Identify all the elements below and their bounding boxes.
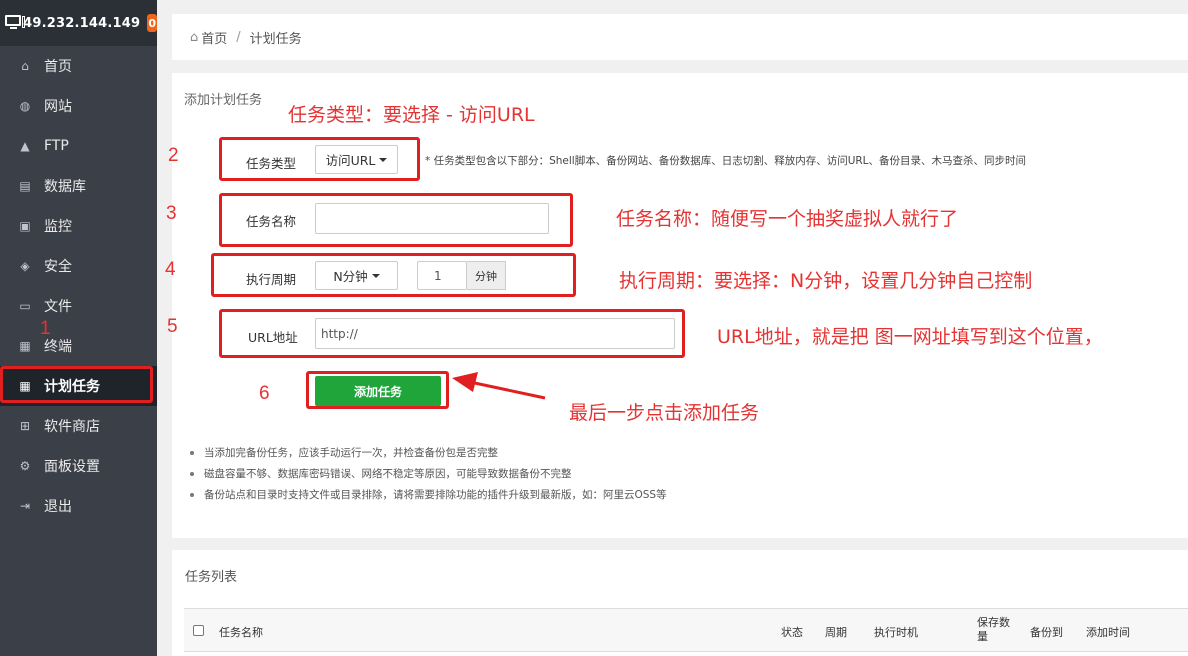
sidebar-item-home[interactable]: ⌂ 首页 bbox=[0, 46, 157, 86]
sidebar-item-cron[interactable]: ▦ 计划任务 bbox=[0, 366, 157, 406]
annotation-number-5: 5 bbox=[167, 316, 178, 337]
column-header[interactable]: 状态 bbox=[781, 624, 803, 640]
caret-down-icon bbox=[379, 157, 388, 162]
sidebar-item-store[interactable]: ⊞ 软件商店 bbox=[0, 406, 157, 446]
caret-down-icon bbox=[371, 273, 380, 278]
sidebar-item-website[interactable]: ◍ 网站 bbox=[0, 86, 157, 126]
breadcrumb-separator: / bbox=[236, 29, 241, 45]
task-name-label: 任务名称 bbox=[246, 214, 297, 229]
annotation-note-url: URL地址，就是把 图一网址填写到这个位置， bbox=[717, 326, 1103, 348]
sidebar: 49.232.144.149 0 ⌂ 首页 ◍ 网站 ▲ FTP ▤ 数据库 ▣ 监控 ◈… bbox=[0, 0, 157, 656]
home-icon: ⌂ bbox=[21, 59, 29, 73]
sidebar-item-security[interactable]: ◈ 安全 bbox=[0, 246, 157, 286]
url-label: URL地址 bbox=[248, 330, 298, 345]
task-list-title: 任务列表 bbox=[185, 570, 238, 585]
terminal-icon: ▦ bbox=[19, 339, 31, 353]
sidebar-item-label: FTP bbox=[44, 138, 69, 154]
sidebar-item-label: 面板设置 bbox=[44, 459, 100, 475]
sidebar-item-ftp[interactable]: ▲ FTP bbox=[0, 126, 157, 166]
sidebar-item-settings[interactable]: ⚙ 面板设置 bbox=[0, 446, 157, 486]
url-input[interactable]: http:// bbox=[315, 318, 675, 349]
breadcrumb-home[interactable]: 首页 bbox=[201, 28, 227, 47]
task-name-input[interactable] bbox=[315, 203, 549, 234]
monitor-chart-icon: ▣ bbox=[19, 219, 31, 233]
breadcrumb-current: 计划任务 bbox=[249, 31, 302, 47]
tip-item: 当添加完备份任务，应该手动运行一次，并检查备份包是否完整 bbox=[188, 446, 667, 467]
sidebar-item-label: 首页 bbox=[44, 59, 72, 75]
breadcrumb: ⌂ 首页 / 计划任务 bbox=[172, 14, 1188, 60]
sidebar-item-database[interactable]: ▤ 数据库 bbox=[0, 166, 157, 206]
sidebar-nav: ⌂ 首页 ◍ 网站 ▲ FTP ▤ 数据库 ▣ 监控 ◈ 安全 ▭ 文件 ▦ 终端 ▦ 计划任务 … bbox=[0, 46, 157, 526]
shield-icon: ◈ bbox=[20, 259, 30, 273]
calendar-icon: ▦ bbox=[19, 379, 31, 393]
select-all-checkbox[interactable] bbox=[193, 625, 204, 636]
ftp-icon: ▲ bbox=[20, 139, 30, 153]
sidebar-item-label: 监控 bbox=[44, 219, 72, 235]
cycle-label: 执行周期 bbox=[246, 272, 297, 287]
folder-icon: ▭ bbox=[19, 299, 31, 313]
column-header[interactable]: 保存数量 bbox=[977, 616, 1011, 644]
annotation-number-2: 2 bbox=[168, 145, 179, 166]
add-task-button[interactable]: 添加任务 bbox=[315, 376, 441, 406]
sidebar-item-logout[interactable]: ⇥ 退出 bbox=[0, 486, 157, 526]
task-list-panel: 任务列表 任务名称 状态 周期 执行时机 保存数量 备份到 添加时间 bbox=[172, 550, 1188, 656]
sidebar-item-label: 软件商店 bbox=[44, 419, 100, 435]
column-header[interactable]: 添加时间 bbox=[1086, 624, 1130, 640]
cycle-unit-addon: 分钟 bbox=[467, 261, 506, 290]
home-icon: ⌂ bbox=[190, 29, 199, 45]
sidebar-item-label: 文件 bbox=[44, 299, 72, 315]
globe-icon: ◍ bbox=[19, 99, 31, 113]
sidebar-item-label: 安全 bbox=[44, 259, 72, 275]
logout-icon: ⇥ bbox=[19, 499, 31, 513]
tip-item: 磁盘容量不够、数据库密码错误、网络不稳定等原因，可能导致数据备份不完整 bbox=[188, 467, 667, 488]
gear-icon: ⚙ bbox=[19, 459, 31, 473]
sidebar-item-label: 计划任务 bbox=[44, 379, 100, 395]
column-header[interactable]: 任务名称 bbox=[219, 624, 263, 640]
annotation-note-task-type: 任务类型：要选择 - 访问URL bbox=[288, 104, 535, 126]
annotation-number-1: 1 bbox=[40, 318, 51, 339]
sidebar-item-label: 网站 bbox=[44, 99, 72, 115]
annotation-note-final: 最后一步点击添加任务 bbox=[569, 402, 760, 424]
annotation-number-4: 4 bbox=[165, 259, 176, 280]
tip-item: 备份站点和目录时支持文件或目录排除，请将需要排除功能的插件升级到最新版，如：阿里… bbox=[188, 488, 667, 509]
grid-icon: ⊞ bbox=[19, 419, 31, 433]
annotation-note-cycle: 执行周期：要选择：N分钟，设置几分钟自己控制 bbox=[619, 270, 1033, 292]
cycle-type-dropdown[interactable]: N分钟 bbox=[315, 261, 398, 290]
sidebar-item-label: 退出 bbox=[44, 499, 72, 515]
server-ip: 49.232.144.149 bbox=[23, 15, 141, 31]
sidebar-item-label: 数据库 bbox=[44, 179, 86, 195]
cycle-type-value: N分钟 bbox=[333, 269, 368, 284]
task-type-dropdown[interactable]: 访问URL bbox=[315, 145, 398, 174]
database-icon: ▤ bbox=[19, 179, 31, 193]
cycle-minutes-input[interactable]: 1 bbox=[417, 261, 467, 290]
task-type-hint: * 任务类型包含以下部分：Shell脚本、备份网站、备份数据库、日志切割、释放内… bbox=[425, 155, 1027, 167]
server-header: 49.232.144.149 0 bbox=[0, 0, 157, 46]
annotation-number-3: 3 bbox=[166, 203, 177, 224]
panel-title: 添加计划任务 bbox=[184, 93, 263, 108]
task-type-label: 任务类型 bbox=[246, 156, 297, 171]
notification-badge[interactable]: 0 bbox=[147, 14, 157, 32]
annotation-note-task-name: 任务名称：随便写一个抽奖虚拟人就行了 bbox=[616, 208, 959, 230]
sidebar-item-files[interactable]: ▭ 文件 bbox=[0, 286, 157, 326]
column-header[interactable]: 周期 bbox=[825, 624, 847, 640]
annotation-number-6: 6 bbox=[259, 383, 270, 404]
column-header[interactable]: 备份到 bbox=[1030, 624, 1063, 640]
task-type-value: 访问URL bbox=[325, 153, 376, 168]
sidebar-item-terminal[interactable]: ▦ 终端 bbox=[0, 326, 157, 366]
monitor-icon bbox=[5, 15, 25, 31]
sidebar-item-monitor[interactable]: ▣ 监控 bbox=[0, 206, 157, 246]
column-header[interactable]: 执行时机 bbox=[874, 624, 918, 640]
tips-list: 当添加完备份任务，应该手动运行一次，并检查备份包是否完整 磁盘容量不够、数据库密… bbox=[188, 446, 667, 509]
task-table-header: 任务名称 状态 周期 执行时机 保存数量 备份到 添加时间 bbox=[184, 608, 1188, 652]
